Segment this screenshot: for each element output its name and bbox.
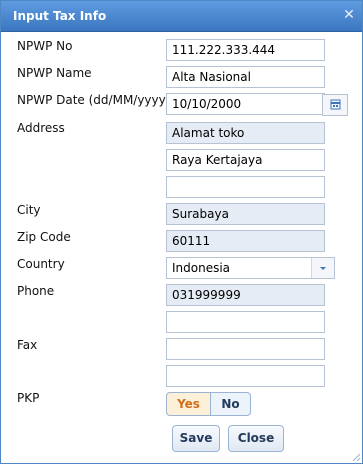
country-label: Country	[17, 257, 65, 271]
address-line-2-field[interactable]	[166, 149, 325, 171]
title-bar[interactable]: Input Tax Info ✕	[1, 1, 362, 32]
dialog-title: Input Tax Info	[13, 9, 107, 23]
zip-code-field[interactable]	[166, 230, 325, 252]
chevron-down-icon[interactable]	[311, 258, 334, 278]
calendar-icon	[330, 99, 341, 110]
npwp-name-label: NPWP Name	[17, 66, 92, 80]
country-selected-value: Indonesia	[172, 261, 231, 275]
pkp-no-button[interactable]: No	[210, 392, 251, 416]
npwp-no-label: NPWP No	[17, 39, 73, 53]
pkp-label: PKP	[17, 391, 40, 405]
npwp-date-label: NPWP Date (dd/MM/yyyy)	[17, 93, 171, 107]
npwp-no-field[interactable]	[166, 39, 325, 61]
city-label: City	[17, 203, 41, 217]
country-select[interactable]: Indonesia	[166, 257, 335, 279]
fax-field-2[interactable]	[166, 365, 325, 387]
city-field[interactable]	[166, 203, 325, 225]
save-button[interactable]: Save	[172, 425, 220, 452]
input-tax-info-dialog: Input Tax Info ✕ NPWP No NPWP Name NPWP …	[0, 0, 363, 464]
fax-label: Fax	[17, 338, 38, 352]
phone-field-1[interactable]	[166, 284, 325, 306]
address-line-1-field[interactable]	[166, 122, 325, 144]
close-button[interactable]: Close	[228, 425, 284, 452]
resize-grip-icon[interactable]	[352, 453, 360, 461]
npwp-name-field[interactable]	[166, 66, 325, 88]
fax-field-1[interactable]	[166, 338, 325, 360]
date-picker-button[interactable]	[322, 94, 348, 116]
phone-field-2[interactable]	[166, 311, 325, 333]
address-label: Address	[17, 121, 65, 135]
close-icon[interactable]: ✕	[342, 7, 356, 23]
npwp-date-field[interactable]	[166, 93, 325, 115]
phone-label: Phone	[17, 284, 55, 298]
address-line-3-field[interactable]	[166, 176, 325, 198]
pkp-yes-button[interactable]: Yes	[166, 392, 211, 416]
zip-code-label: Zip Code	[17, 230, 71, 244]
